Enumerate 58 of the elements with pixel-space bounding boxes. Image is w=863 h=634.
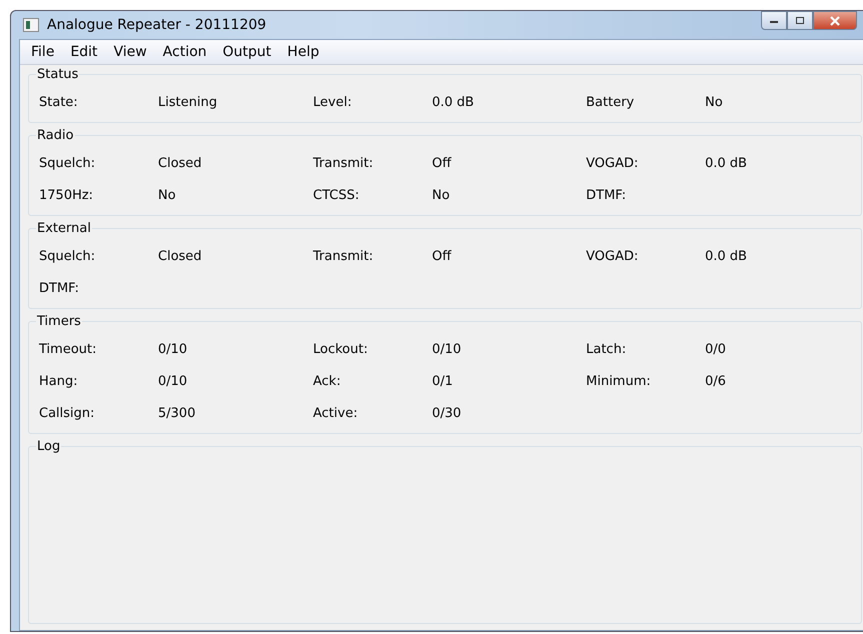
maximize-button[interactable] [787,11,813,30]
field-label: Callsign: [39,406,96,420]
field-label: VOGAD: [586,156,640,170]
field-label: 1750Hz: [39,188,94,202]
maximize-icon [795,16,805,25]
field-label: Transmit: [313,248,374,264]
field-label: State: [39,94,79,110]
field-value: No [432,188,450,202]
field-value: 5/300 [158,406,196,420]
field-label: Latch: [586,342,628,356]
field-value: 0/0 [705,342,726,356]
close-button[interactable] [813,11,857,30]
field-value: 0/30 [432,406,462,420]
field-label: Squelch: [39,156,96,170]
field-value: 0/6 [705,374,726,388]
field-label: DTMF: [586,188,628,202]
field-label: VOGAD: [586,248,640,264]
field-value: 0.0 dB [432,94,474,110]
field-value: Listening [158,94,218,110]
field-value: 0.0 dB [705,248,747,264]
field-value: 0/10 [158,342,188,356]
field-label: Ack: [313,374,342,388]
minimize-button[interactable] [761,11,787,30]
menu-item[interactable]: Help [279,44,328,60]
field-label: Lockout: [313,342,369,356]
group-title: Timers [36,314,82,329]
field-value: Closed [158,156,202,170]
field-label: Active: [313,406,359,420]
field-value: Closed [158,248,202,264]
menu-item[interactable]: Output [214,44,280,60]
field-label: Battery [586,94,636,110]
field-value: No [705,94,723,110]
field-value: Off [432,248,452,264]
menu-item[interactable]: Action [154,44,215,60]
menu-item[interactable]: View [106,44,155,60]
field-label: CTCSS: [313,188,360,202]
field-label: Hang: [39,374,79,388]
menu-item[interactable]: Edit [62,44,106,60]
field-label: Timeout: [39,342,98,356]
field-value: 0/10 [158,374,188,388]
field-value: No [158,188,176,202]
group-title: Status [36,67,80,82]
menu-item[interactable]: File [23,44,62,60]
field-label: Squelch: [39,248,96,264]
window-icon [23,18,39,32]
field-label: Transmit: [313,156,374,170]
group-title: External [36,221,92,236]
field-value: Off [432,156,452,170]
field-value: 0/1 [432,374,453,388]
group-title: Radio [36,128,75,143]
field-value: 0/10 [432,342,462,356]
field-label: Level: [313,94,353,110]
window-title: Analogue Repeater - 20111209 [47,17,266,33]
field-label: Minimum: [586,374,652,388]
field-value: 0.0 dB [705,156,747,170]
group-title: Log [36,439,62,454]
field-label: DTMF: [39,280,80,296]
close-icon [829,16,841,26]
